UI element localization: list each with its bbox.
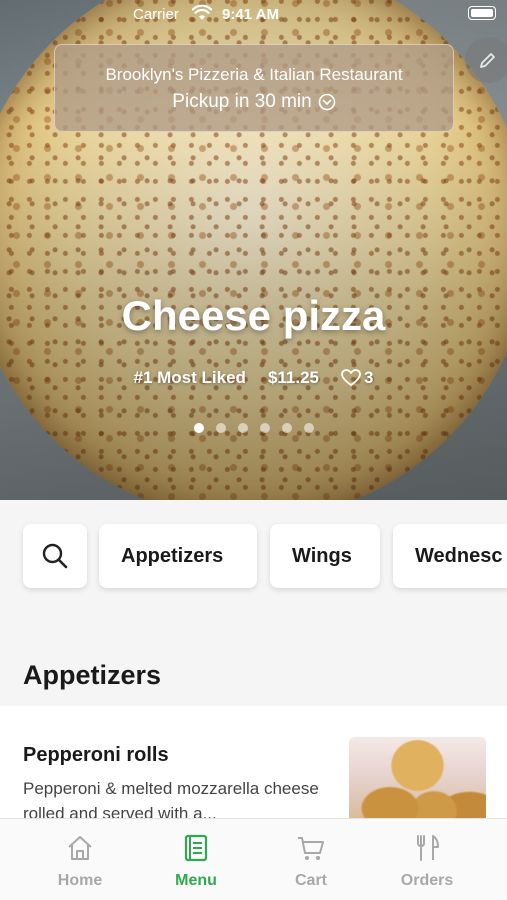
like-count[interactable]: 3 — [341, 368, 373, 388]
status-bar: Carrier 9:41 AM — [0, 0, 507, 30]
pickup-selector[interactable]: Pickup in 30 min — [55, 91, 453, 113]
menu-item-name: Pepperoni rolls — [23, 744, 169, 766]
carousel-dot[interactable] — [281, 423, 292, 433]
cart-icon — [298, 837, 324, 860]
section-title: Appetizers — [23, 660, 162, 690]
store-pickup-card[interactable]: Brooklyn's Pizzeria & Italian Restaurant… — [54, 44, 454, 132]
featured-item-meta: #1 Most Liked $11.25 3 — [0, 368, 507, 388]
store-name: Brooklyn's Pizzeria & Italian Restaurant — [105, 65, 403, 84]
carrier-label: Carrier — [133, 6, 179, 23]
tab-menu[interactable]: Menu — [133, 819, 259, 900]
menu-book-icon — [184, 834, 208, 862]
menu-item-card[interactable]: Pepperoni rolls Pepperoni & melted mozza… — [0, 706, 507, 832]
fork-knife-icon — [417, 835, 439, 861]
tab-orders-label: Orders — [400, 872, 454, 889]
carousel-dot[interactable] — [259, 423, 270, 433]
hero-banner[interactable]: Carrier 9:41 AM Brooklyn's Pizzeria & It… — [0, 0, 507, 500]
tab-cart-label: Cart — [294, 872, 327, 889]
tab-orders[interactable]: Orders — [364, 819, 490, 900]
wifi-icon — [192, 4, 212, 20]
carousel-dot[interactable] — [193, 423, 204, 433]
battery-icon — [468, 6, 496, 20]
tab-cart[interactable]: Cart — [248, 819, 374, 900]
clock-label: 9:41 AM — [222, 6, 279, 23]
carousel-indicator[interactable] — [0, 423, 507, 433]
heart-icon — [341, 369, 361, 387]
tab-menu-label: Menu — [175, 872, 217, 889]
carousel-dot[interactable] — [303, 423, 314, 433]
search-icon — [42, 543, 68, 569]
edit-button[interactable] — [465, 37, 507, 83]
bottom-tab-bar: Home Menu Cart Orders — [0, 818, 507, 900]
category-strip[interactable]: Appetizers Wings Wednesc — [0, 500, 507, 620]
featured-item-price: $11.25 — [267, 368, 319, 387]
category-chip-wings[interactable]: Wings — [270, 524, 380, 588]
carousel-dot[interactable] — [215, 423, 226, 433]
search-button[interactable] — [23, 524, 87, 588]
home-icon — [68, 836, 92, 860]
tab-home-label: Home — [57, 872, 103, 889]
pencil-icon — [480, 53, 495, 68]
featured-item-title: Cheese pizza — [121, 292, 386, 339]
most-liked-badge: #1 Most Liked — [133, 368, 246, 387]
pickup-time-label: Pickup in 30 min — [172, 91, 312, 112]
tab-home[interactable]: Home — [17, 819, 143, 900]
carousel-dot[interactable] — [237, 423, 248, 433]
category-chip-appetizers[interactable]: Appetizers — [99, 524, 257, 588]
like-count-value: 3 — [364, 368, 374, 387]
chevron-down-circle-icon — [318, 93, 336, 111]
category-chip-wednesday[interactable]: Wednesc — [393, 524, 507, 588]
